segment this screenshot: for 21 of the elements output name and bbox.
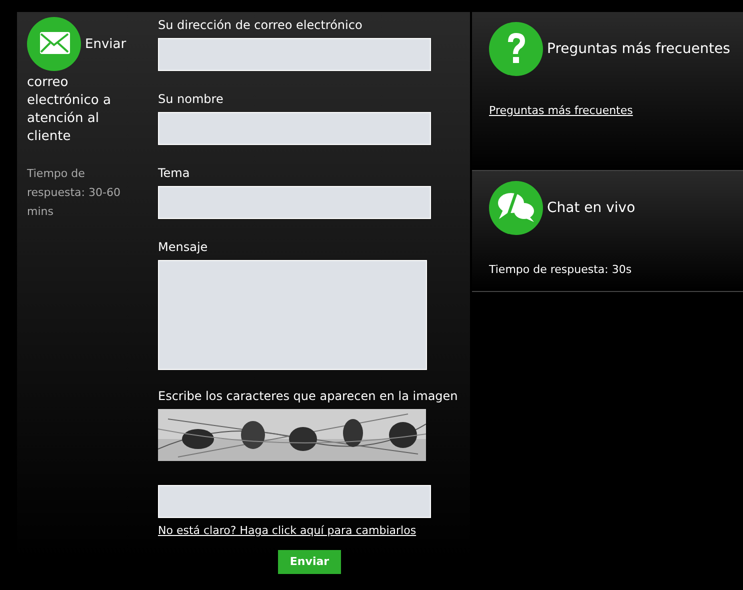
- panel-title: Enviar: [85, 36, 126, 52]
- refresh-link[interactable]: No está claro? Haga click aquí para cambiarlos: [158, 523, 416, 540]
- input-field[interactable]: [158, 112, 431, 145]
- panel-title: Chat en vivo: [547, 198, 636, 218]
- input-field[interactable]: [158, 186, 431, 219]
- response-time: Tiempo de respuesta: 30-60 mins: [27, 166, 122, 220]
- panel-title: correo electrónico a atención al cliente: [27, 74, 112, 146]
- field-label: Mensaje: [158, 239, 209, 255]
- input-field[interactable]: [158, 38, 431, 71]
- field-label: Su nombre: [158, 91, 224, 107]
- faq-link[interactable]: Preguntas más frecuentes: [489, 103, 633, 120]
- input-field[interactable]: [158, 485, 431, 518]
- envelope-icon: [27, 17, 81, 71]
- field-label: Su dirección de correo electrónico: [158, 17, 364, 33]
- field-label: Tema: [158, 165, 191, 181]
- response-time: Tiempo de respuesta: 30s: [489, 262, 633, 278]
- field-label: Escribe los caracteres que aparecen en la imagen: [158, 388, 458, 404]
- message-field[interactable]: [158, 260, 427, 370]
- question-icon: [489, 22, 543, 76]
- chat-bubbles-icon: [489, 181, 543, 235]
- panel-title: Preguntas más frecuentes: [547, 40, 730, 58]
